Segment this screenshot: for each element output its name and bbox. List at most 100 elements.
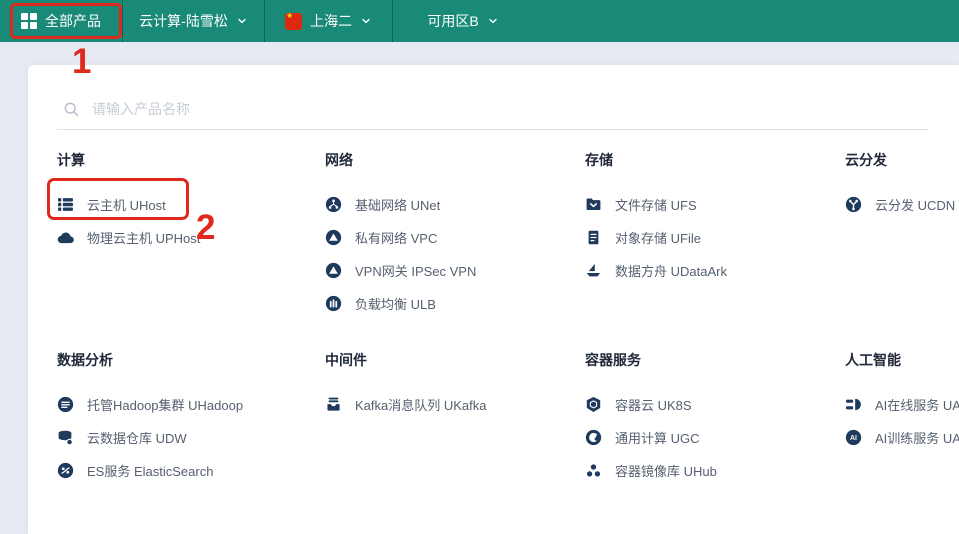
ucdn-distribute-icon [845,196,862,213]
product-label: AI训练服务 UAI [875,428,959,447]
ufile-document-icon [585,229,602,246]
product-label: Kafka消息队列 UKafka [355,395,487,414]
udw-database-icon [57,429,74,446]
product-label: VPN网关 IPSec VPN [355,261,476,280]
ulb-balancer-icon [325,295,342,312]
vpn-gateway-icon [325,262,342,279]
product-item[interactable]: 基础网络 UNet [325,188,585,221]
product-column: 网络基础网络 UNet 私有网络 VPC VPN网关 IPSec VPN 负载均衡 U… [325,150,585,320]
product-list: 文件存储 UFS 对象存储 UFile 数据方舟 UDataArk [585,188,845,287]
product-label: 数据方舟 UDataArk [615,261,727,280]
account-label: 云计算-陆雪松 [139,11,228,31]
product-label: 物理云主机 UPHost [87,228,200,247]
product-column: 人工智能 AI在线服务 UAI AI AI训练服务 UAI [845,350,959,487]
product-item[interactable]: 通用计算 UGC [585,421,845,454]
chevron-down-icon [487,15,499,27]
account-menu[interactable]: 云计算-陆雪松 [123,0,264,42]
product-column: 云分发云分发 UCDN [845,150,955,320]
section-title: 人工智能 [845,350,959,370]
product-list: AI在线服务 UAI AI AI训练服务 UAI [845,388,959,454]
product-item[interactable]: 文件存储 UFS [585,188,845,221]
chevron-down-icon [360,15,372,27]
product-column: 中间件 Kafka消息队列 UKafka [325,350,585,487]
product-label: 通用计算 UGC [615,428,700,447]
china-flag-icon [285,13,302,30]
product-label: 容器镜像库 UHub [615,461,717,480]
uhub-registry-icon [585,462,602,479]
product-label: 对象存储 UFile [615,228,701,247]
product-item[interactable]: 数据方舟 UDataArk [585,254,845,287]
vpc-icon [325,229,342,246]
product-list: 云分发 UCDN [845,188,955,221]
product-item[interactable]: 容器镜像库 UHub [585,454,845,487]
product-label: 托管Hadoop集群 UHadoop [87,395,243,414]
product-menu-panel: 计算云主机 UHost 物理云主机 UPHost 网络基础网络 UNet 私有网络 V… [28,65,959,534]
product-item[interactable]: 容器云 UK8S [585,388,845,421]
search-input[interactable] [92,99,927,119]
product-item[interactable]: AI AI训练服务 UAI [845,421,959,454]
region-selector[interactable]: 上海二 [265,0,392,42]
ufs-folder-icon [585,196,602,213]
product-list: 基础网络 UNet 私有网络 VPC VPN网关 IPSec VPN 负载均衡 ULB [325,188,585,320]
product-item[interactable]: 私有网络 VPC [325,221,585,254]
product-label: ES服务 ElasticSearch [87,461,213,480]
top-navigation-bar: 全部产品 云计算-陆雪松 上海二 可用区B [0,0,959,42]
elasticsearch-icon [57,462,74,479]
zone-selector[interactable]: 可用区B [393,0,533,42]
ugc-compute-icon [585,429,602,446]
product-item[interactable]: 对象存储 UFile [585,221,845,254]
product-item[interactable]: 负载均衡 ULB [325,287,585,320]
page-background: 计算云主机 UHost 物理云主机 UPHost 网络基础网络 UNet 私有网络 V… [0,42,959,534]
product-list: 容器云 UK8S 通用计算 UGC 容器镜像库 UHub [585,388,845,487]
product-sections-row-1: 计算云主机 UHost 物理云主机 UPHost 网络基础网络 UNet 私有网络 V… [57,150,929,320]
all-products-button[interactable]: 全部产品 [0,0,122,42]
product-search [57,99,929,130]
section-title: 数据分析 [57,350,325,370]
product-list: Kafka消息队列 UKafka [325,388,585,421]
product-column: 存储文件存储 UFS 对象存储 UFile 数据方舟 UDataArk [585,150,845,320]
section-title: 存储 [585,150,845,170]
product-label: 私有网络 VPC [355,228,437,247]
product-item[interactable]: AI在线服务 UAI [845,388,959,421]
chevron-down-icon [236,15,248,27]
product-label: AI在线服务 UAI [875,395,959,414]
uhost-server-icon [57,196,74,213]
unet-network-icon [325,196,342,213]
product-item[interactable]: 托管Hadoop集群 UHadoop [57,388,325,421]
grid-icon [21,13,37,29]
product-column: 计算云主机 UHost 物理云主机 UPHost [57,150,325,320]
all-products-label: 全部产品 [45,11,101,31]
udataark-boat-icon [585,262,602,279]
product-item[interactable]: 云分发 UCDN [845,188,955,221]
product-column: 数据分析托管Hadoop集群 UHadoop 云数据仓库 UDW ES服务 Elas… [57,350,325,487]
product-label: 云数据仓库 UDW [87,428,187,447]
product-label: 文件存储 UFS [615,195,697,214]
uphost-cloud-icon [57,229,74,246]
uai-train-icon: AI [845,429,862,446]
search-icon [63,101,80,118]
product-label: 云分发 UCDN [875,195,955,214]
product-list: 云主机 UHost 物理云主机 UPHost [57,188,325,254]
section-title: 容器服务 [585,350,845,370]
product-list: 托管Hadoop集群 UHadoop 云数据仓库 UDW ES服务 ElasticS… [57,388,325,487]
product-item[interactable]: VPN网关 IPSec VPN [325,254,585,287]
product-item[interactable]: 云主机 UHost [57,188,325,221]
product-sections-row-2: 数据分析托管Hadoop集群 UHadoop 云数据仓库 UDW ES服务 Elas… [57,350,929,487]
section-title: 云分发 [845,150,955,170]
product-label: 云主机 UHost [87,195,166,214]
product-item[interactable]: 物理云主机 UPHost [57,221,325,254]
product-item[interactable]: Kafka消息队列 UKafka [325,388,585,421]
uai-online-icon [845,396,862,413]
uhadoop-icon [57,396,74,413]
product-item[interactable]: 云数据仓库 UDW [57,421,325,454]
product-column: 容器服务容器云 UK8S 通用计算 UGC 容器镜像库 UHub [585,350,845,487]
product-item[interactable]: ES服务 ElasticSearch [57,454,325,487]
product-label: 负载均衡 ULB [355,294,436,313]
section-title: 网络 [325,150,585,170]
section-title: 计算 [57,150,325,170]
svg-text:AI: AI [850,435,857,442]
product-label: 基础网络 UNet [355,195,440,214]
region-label: 上海二 [310,11,352,31]
section-title: 中间件 [325,350,585,370]
uk8s-hexagon-icon [585,396,602,413]
